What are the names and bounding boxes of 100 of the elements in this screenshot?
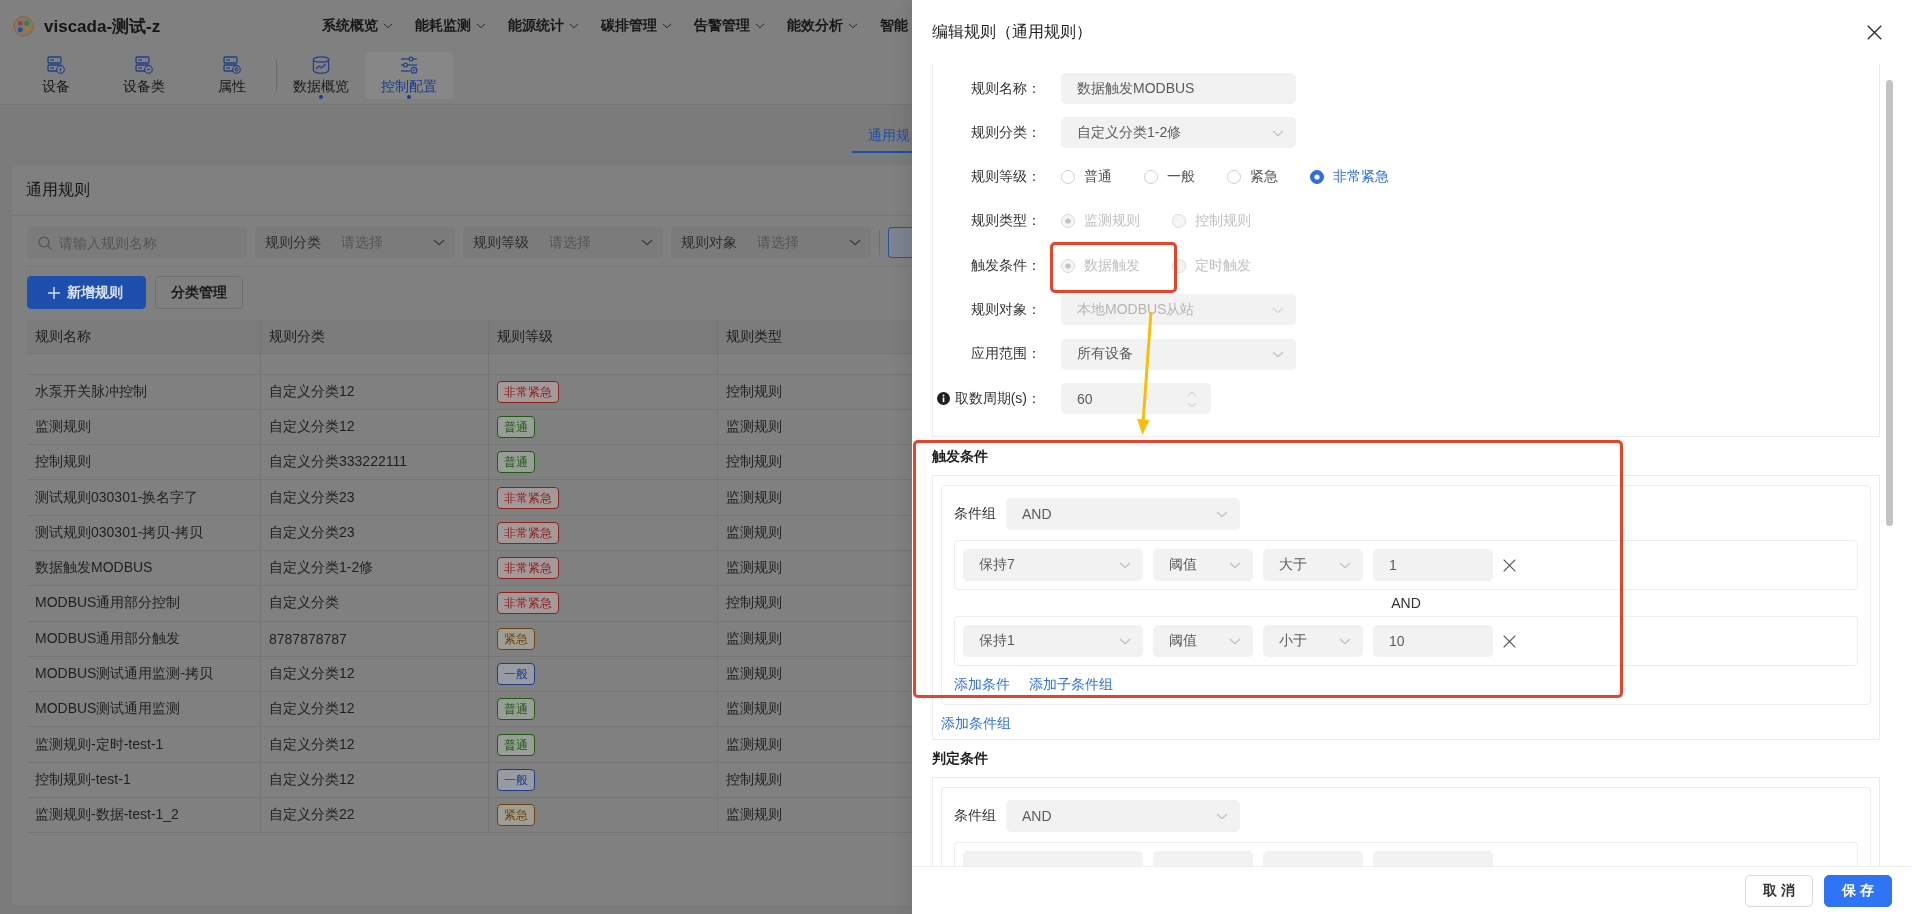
nav-menu-item[interactable]: 碳排管理 — [601, 17, 672, 35]
select-field[interactable]: AND — [1006, 498, 1240, 531]
form-label: 触发条件： — [971, 256, 1041, 275]
text-input[interactable]: 10 — [1373, 625, 1493, 658]
level-tag: 紧急 — [497, 627, 535, 650]
nav-menu-item[interactable]: 能源统计 — [508, 17, 579, 35]
chevron-down-icon — [662, 23, 672, 29]
select-field[interactable]: 阈值 — [1153, 625, 1253, 658]
select-field[interactable]: AND — [1006, 800, 1240, 833]
add-link[interactable]: 添加条件组 — [941, 713, 1011, 734]
server-icon — [223, 56, 241, 74]
chevron-down-icon — [1216, 510, 1228, 518]
table-cell-text: 监测规则 — [725, 522, 783, 542]
chevron-down-icon — [1229, 561, 1241, 569]
select-field[interactable]: 自定义分类1-2修 — [1061, 117, 1296, 149]
level-tag: 非常紧急 — [497, 521, 559, 544]
table-cell-text: 监测规则 — [725, 664, 783, 683]
filter-label: 规则等级 — [473, 233, 529, 252]
save-button[interactable]: 保存 — [1824, 874, 1892, 907]
select-field[interactable]: 小于 — [1263, 625, 1363, 658]
app-title: viscada-测试-z — [44, 15, 161, 38]
section-title: 判定条件 — [932, 749, 989, 769]
select-field[interactable]: 所有设备 — [1061, 338, 1296, 370]
toolbar-button[interactable]: 控制配置 — [365, 52, 453, 99]
level-tag: 非常紧急 — [497, 592, 559, 615]
toolbar-button[interactable]: 属性 — [188, 52, 276, 99]
remove-icon[interactable] — [1503, 558, 1516, 572]
number-input[interactable]: 60 — [1061, 383, 1211, 415]
chevron-up-icon — [1187, 391, 1197, 397]
plus-icon — [48, 286, 60, 299]
select-field[interactable]: 保持7 — [963, 549, 1143, 582]
add-button[interactable]: 新增规则 — [27, 276, 146, 309]
form-label: 应用范围： — [971, 345, 1041, 364]
nav-menu-item[interactable]: 能效分析 — [787, 17, 858, 35]
level-tag: 普通 — [497, 415, 535, 438]
add-link[interactable]: 添加条件 — [954, 674, 1010, 695]
text-input[interactable]: 数据触发MODBUS — [1061, 73, 1296, 104]
table-cell: 自定义分类23 — [261, 515, 489, 550]
table-cell: 监测规则-定时-test-1 — [27, 727, 261, 762]
nav-menu-item[interactable]: 能耗监测 — [415, 17, 486, 35]
table-cell: 自定义分类333222111 — [261, 445, 489, 480]
scrollbar-thumb[interactable] — [1886, 80, 1893, 526]
action-button[interactable] — [888, 227, 912, 258]
level-tag: 普通 — [497, 733, 535, 756]
table-cell: 自定义分类12 — [261, 656, 489, 692]
toolbar-button[interactable]: 数据概览 — [277, 52, 365, 99]
server-icon — [47, 56, 65, 74]
level-tag: 一般 — [497, 663, 535, 685]
sliders-icon — [400, 56, 418, 74]
table-cell-text: 控制规则 — [725, 769, 783, 789]
nav-menu-item[interactable]: 系统概览 — [322, 17, 393, 35]
level-tag: 非常紧急 — [497, 380, 559, 403]
select-field[interactable]: 大于 — [1263, 549, 1363, 582]
table-cell: 8787878787 — [261, 621, 489, 656]
chevron-down-icon — [848, 23, 858, 29]
chevron-down-icon — [569, 23, 579, 29]
text-input[interactable]: 1 — [1373, 549, 1493, 582]
chevron-down-icon — [755, 23, 765, 29]
table-cell: 水泵开关脉冲控制 — [27, 374, 261, 409]
table-cell: 自定义分类 — [261, 586, 489, 621]
toolbar-button[interactable]: 设备类 — [100, 52, 188, 99]
manage-button[interactable]: 分类管理 — [155, 276, 243, 309]
chevron-down-icon — [641, 239, 653, 246]
chevron-down-icon — [849, 239, 861, 246]
table-cell: MODBUS通用部分触发 — [27, 621, 261, 656]
nav-menu-item[interactable]: 告警管理 — [694, 17, 765, 35]
table-cell: 自定义分类12 — [261, 692, 489, 727]
column-header: 规则类型 — [725, 326, 783, 346]
form-label: 规则名称： — [971, 79, 1041, 98]
chevron-down-icon — [1187, 401, 1197, 408]
chevron-down-icon — [1216, 812, 1228, 820]
chevron-down-icon — [1229, 637, 1241, 645]
select-field[interactable]: 阈值 — [1153, 549, 1253, 582]
toolbar-button[interactable]: 设备 — [12, 52, 100, 99]
table-cell-text: 监测规则 — [725, 805, 783, 825]
table-cell-text: 监测规则 — [725, 734, 783, 754]
table-cell: 测试规则030301-换名字了 — [27, 480, 261, 515]
radio-option[interactable]: 非常紧急 — [1310, 168, 1389, 187]
chevron-down-icon — [1339, 561, 1351, 569]
column-header: 规则等级 — [489, 320, 718, 353]
chevron-down-icon — [476, 23, 486, 29]
form-label: 规则类型： — [971, 212, 1041, 231]
level-tag: 一般 — [497, 768, 535, 791]
select-field[interactable]: 保持1 — [963, 625, 1143, 658]
radio-option[interactable]: 紧急 — [1227, 168, 1278, 187]
remove-icon[interactable] — [1503, 634, 1516, 648]
radio-option[interactable]: 一般 — [1144, 168, 1195, 187]
server-icon — [135, 56, 153, 74]
level-tag: 普通 — [497, 698, 535, 721]
add-link[interactable]: 添加子条件组 — [1029, 674, 1113, 695]
close-icon[interactable] — [1867, 24, 1882, 40]
chevron-down-icon — [1119, 637, 1131, 645]
table-cell: 自定义分类12 — [261, 374, 489, 409]
table-cell: 自定义分类23 — [261, 480, 489, 515]
table-cell: 控制规则-test-1 — [27, 762, 261, 798]
level-tag: 非常紧急 — [497, 557, 559, 580]
radio-option[interactable]: 普通 — [1061, 168, 1112, 187]
table-cell: 自定义分类12 — [261, 727, 489, 762]
cancel-button[interactable]: 取消 — [1745, 874, 1813, 907]
nav-menu-item[interactable]: 智能 — [880, 17, 908, 35]
